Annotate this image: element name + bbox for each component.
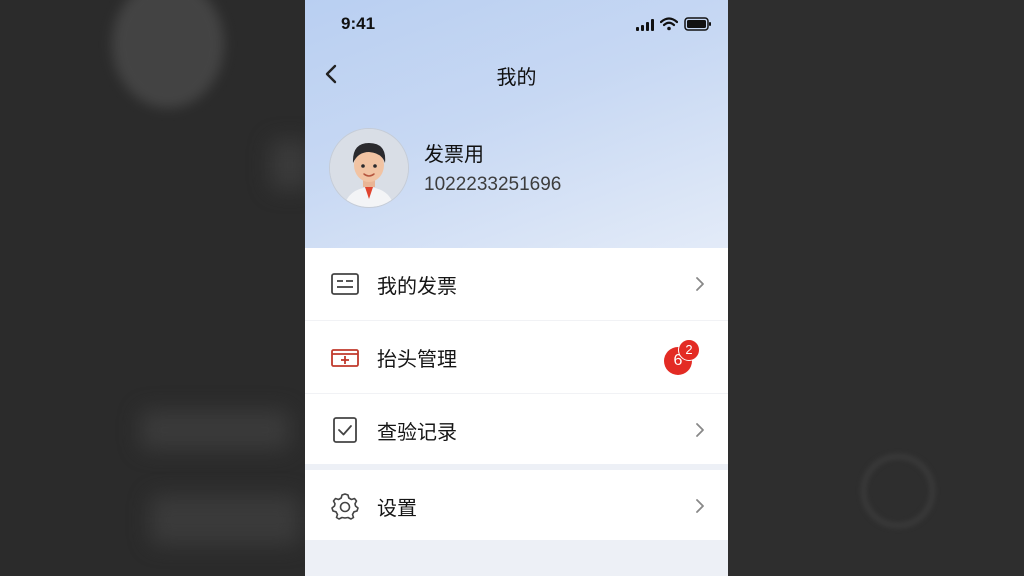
gear-icon — [330, 491, 360, 521]
status-time: 9:41 — [341, 14, 376, 33]
menu-item-my-invoices[interactable]: 我的发票 — [305, 248, 728, 320]
blurred-avatar — [112, 0, 224, 108]
background-left — [0, 0, 305, 576]
invoice-icon — [330, 269, 360, 299]
menu-list: 我的发票 抬头管理 6 2 查验记录 — [305, 248, 728, 464]
check-record-icon — [330, 415, 360, 445]
blurred-text — [150, 495, 300, 545]
nav-bar: 我的 — [305, 48, 728, 100]
avatar[interactable] — [329, 128, 409, 208]
user-avatar-icon — [330, 129, 408, 207]
menu-item-settings[interactable]: 设置 — [305, 470, 728, 542]
chevron-right-icon — [696, 423, 704, 437]
chevron-right-icon — [696, 499, 704, 513]
blurred-text — [270, 140, 305, 190]
signal-icon — [636, 18, 654, 31]
wifi-icon — [660, 17, 678, 31]
chevron-right-icon — [696, 277, 704, 291]
user-id: 1022233251696 — [424, 174, 562, 195]
menu-item-label: 我的发票 — [377, 274, 457, 298]
status-bar: 9:41 — [305, 0, 728, 48]
profile-section[interactable]: 发票用 1022233251696 — [329, 128, 709, 208]
menu-item-label: 抬头管理 — [377, 347, 457, 371]
settings-card: 设置 — [305, 470, 728, 540]
page-title: 我的 — [496, 65, 537, 89]
menu-item-title-manage[interactable]: 抬头管理 6 2 — [305, 321, 728, 393]
title-manage-icon — [330, 342, 360, 372]
blurred-text — [140, 410, 290, 450]
phone-screen: 9:41 我的 发票用 1022233251696 我的发票 抬头管理 6 2 … — [305, 0, 728, 576]
menu-item-label: 查验记录 — [377, 420, 457, 444]
notification-badge: 6 2 — [664, 339, 704, 375]
menu-item-check-records[interactable]: 查验记录 — [305, 394, 728, 466]
menu-item-label: 设置 — [377, 496, 417, 520]
blurred-icon — [862, 455, 934, 527]
background-right — [728, 0, 1024, 576]
badge-count-small: 2 — [678, 339, 700, 361]
battery-icon — [684, 17, 712, 31]
user-name: 发票用 — [424, 142, 484, 166]
status-icons — [636, 14, 712, 34]
